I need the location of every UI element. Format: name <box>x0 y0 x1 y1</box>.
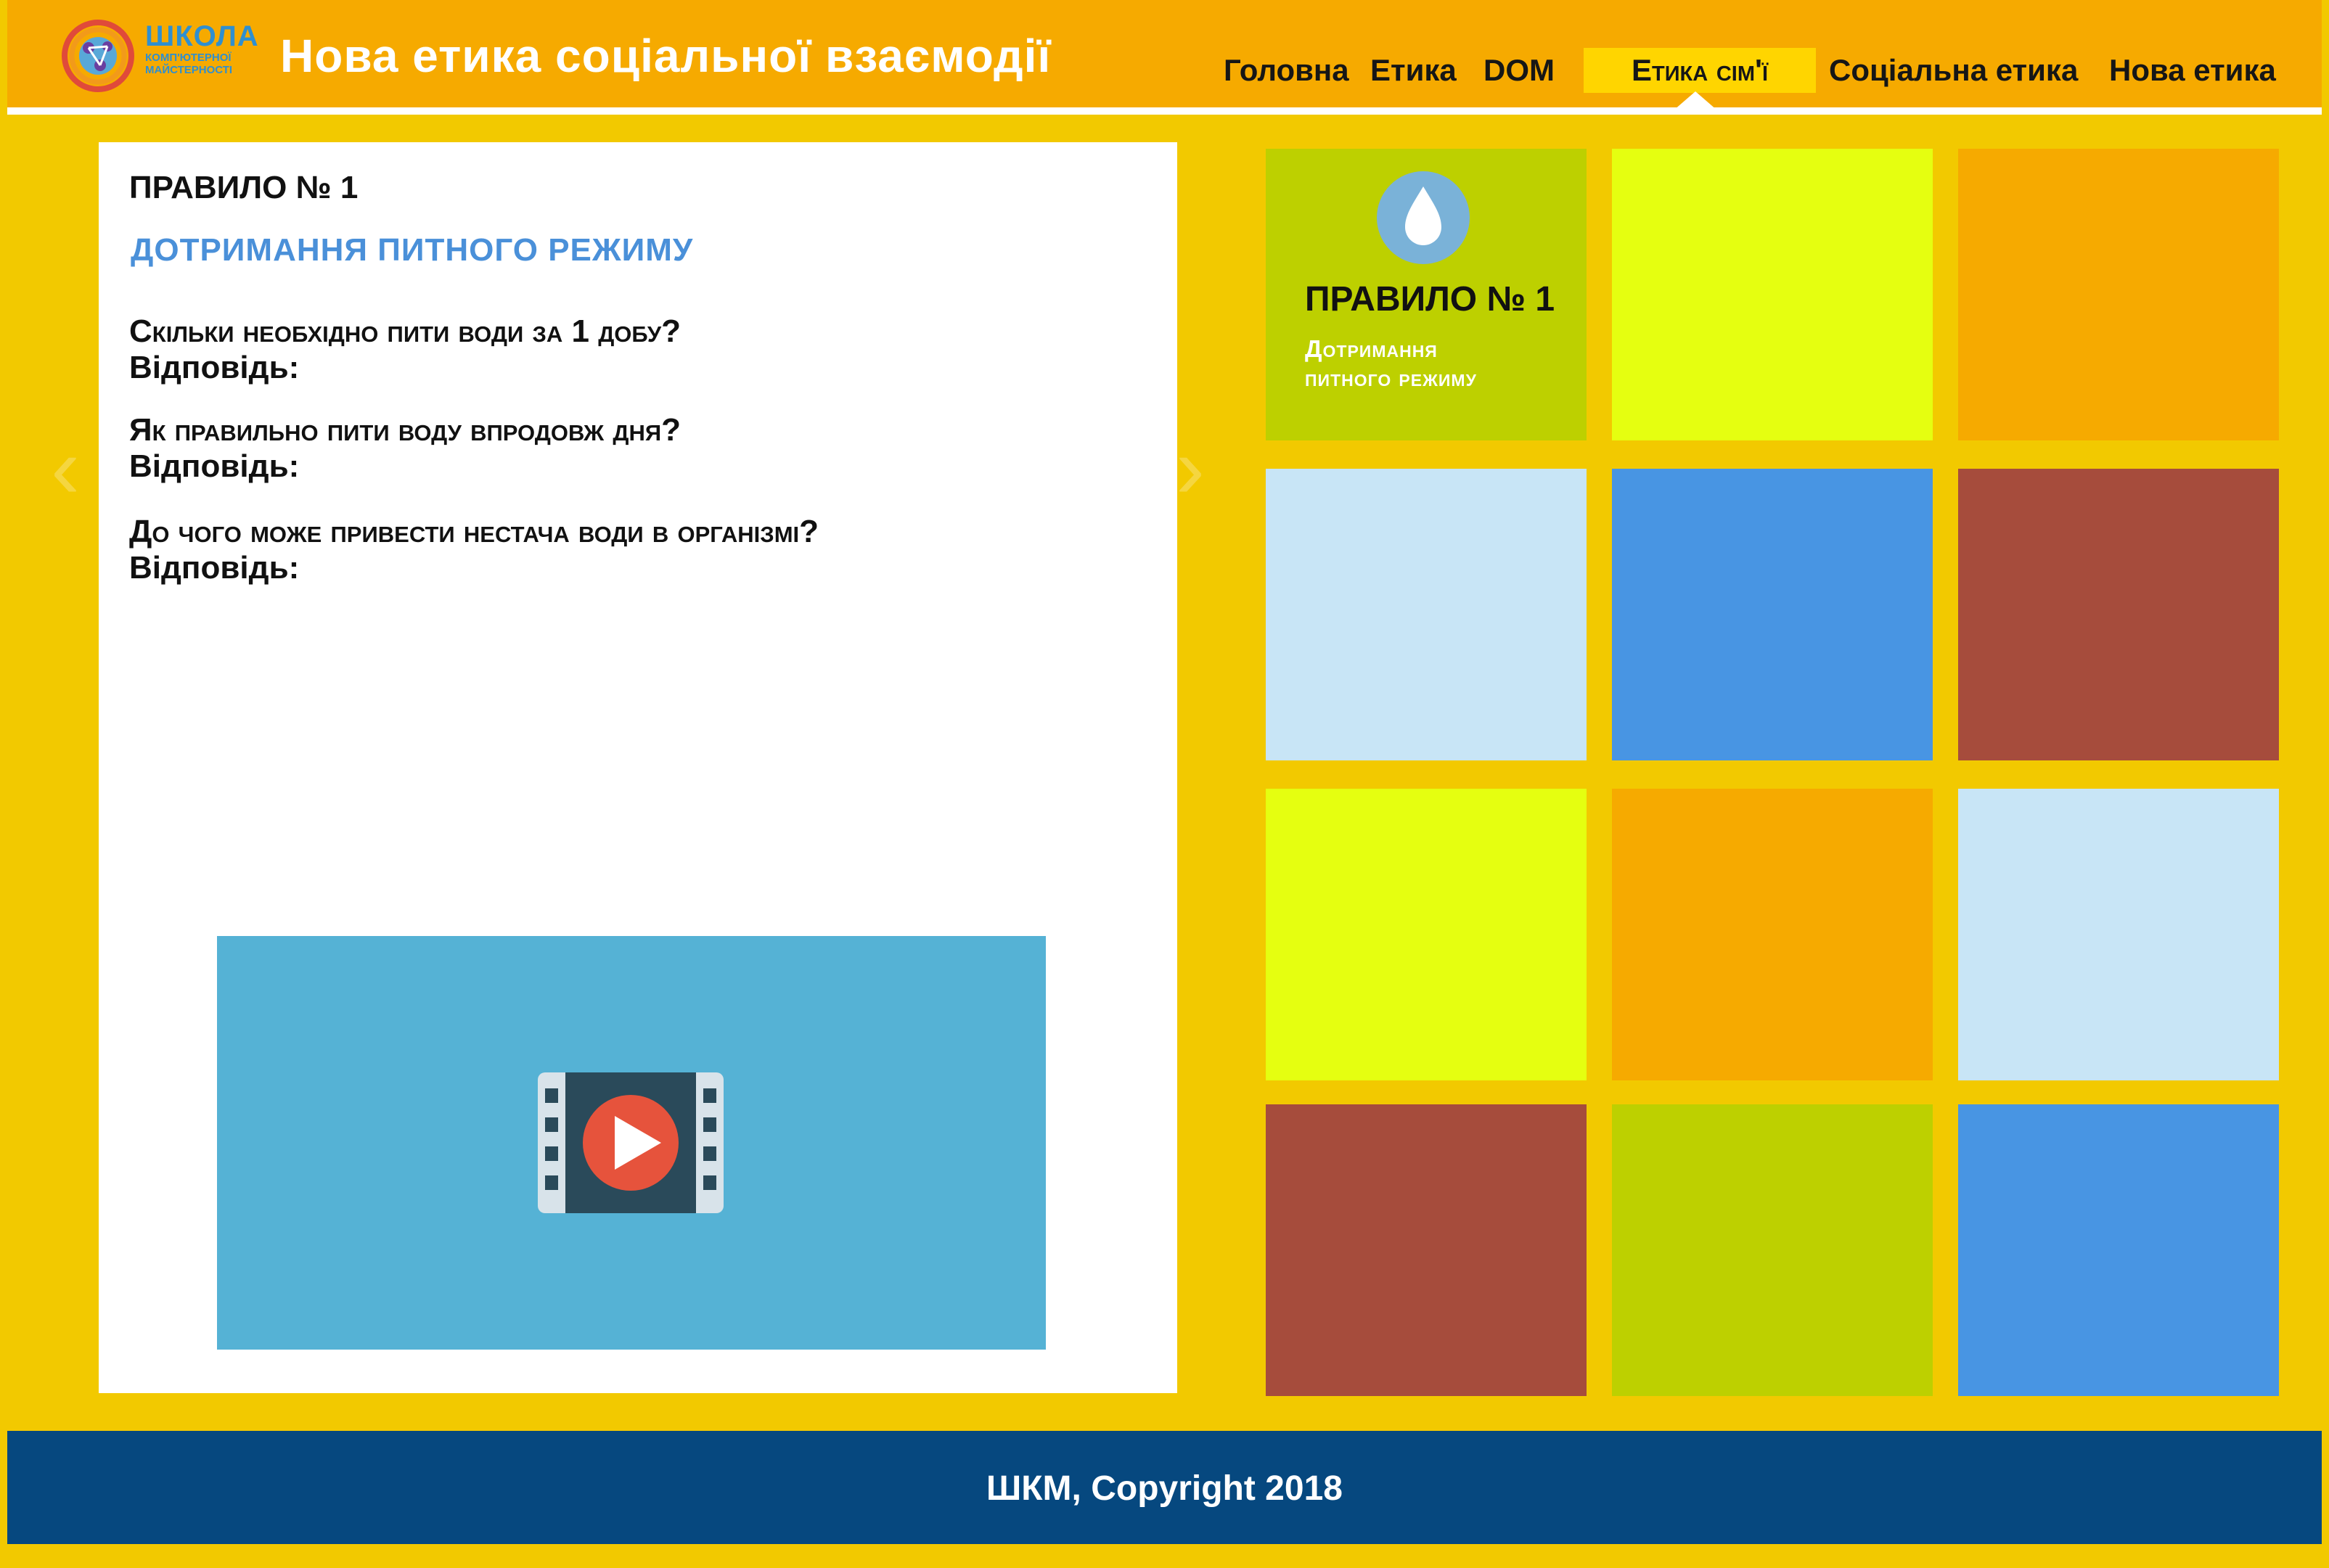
nav-item-family-ethics[interactable]: Етика сім'ї <box>1584 48 1816 93</box>
tile-9[interactable] <box>1958 789 2279 1080</box>
nav-active-pointer <box>1674 91 1717 110</box>
nav-item-social-ethics[interactable]: Соціальна етика <box>1829 48 2078 93</box>
tile-10[interactable] <box>1266 1104 1587 1396</box>
answer-label: Відповідь: <box>129 350 300 385</box>
tile-title: ПРАВИЛО № 1 <box>1305 280 1555 319</box>
tile-4[interactable] <box>1266 469 1587 760</box>
rule-heading: ПРАВИЛО № 1 <box>129 170 359 205</box>
nav-item-new-ethics[interactable]: Нова етика <box>2109 48 2276 93</box>
nav-item-dom[interactable]: DOM <box>1483 48 1555 93</box>
tile-subtitle: Дотримання питного режиму <box>1305 334 1581 393</box>
tile-5[interactable] <box>1612 469 1933 760</box>
tile-7[interactable] <box>1266 789 1587 1080</box>
tile-subtitle-line-2: питного режиму <box>1305 364 1477 391</box>
video-player[interactable] <box>217 936 1046 1350</box>
question-text: Скільки необхідно пити води за 1 добу? <box>129 313 681 349</box>
qa-item: Як правильно пити воду впродовж дня? Від… <box>129 412 1145 485</box>
tile-2[interactable] <box>1612 149 1933 440</box>
footer-bar: ШКМ, Copyright 2018 <box>7 1431 2322 1544</box>
water-drop-icon <box>1377 171 1470 264</box>
molecule-logo-icon <box>62 20 134 92</box>
rule-panel: ПРАВИЛО № 1 ДОТРИМАННЯ ПИТНОГО РЕЖИМУ Ск… <box>99 142 1177 1393</box>
qa-item: До чого може привести нестача води в орг… <box>129 514 1145 586</box>
logo-line-1: ШКОЛА <box>145 20 259 52</box>
site-title: Нова етика соціальної взаємодії <box>280 30 1052 82</box>
copyright-text: ШКМ, Copyright 2018 <box>986 1469 1343 1508</box>
header-divider <box>7 107 2322 115</box>
tile-8[interactable] <box>1612 789 1933 1080</box>
tile-6[interactable] <box>1958 469 2279 760</box>
answer-label: Відповідь: <box>129 448 300 484</box>
question-text: Як правильно пити воду впродовж дня? <box>129 412 681 448</box>
tile-11[interactable] <box>1612 1104 1933 1396</box>
logo-text: ШКОЛА КОМП'ЮТЕРНОЇ МАЙСТЕРНОСТІ <box>145 22 261 75</box>
tile-rule-1[interactable]: ПРАВИЛО № 1 Дотримання питного режиму <box>1266 149 1587 440</box>
rule-subheading: ДОТРИМАННЯ ПИТНОГО РЕЖИМУ <box>131 232 694 268</box>
tile-3[interactable] <box>1958 149 2279 440</box>
tile-12[interactable] <box>1958 1104 2279 1396</box>
answer-label: Відповідь: <box>129 550 300 586</box>
next-arrow-icon[interactable]: › <box>1176 421 1205 515</box>
logo-line-2: КОМП'ЮТЕРНОЇ <box>145 52 232 64</box>
tile-subtitle-line-1: Дотримання <box>1305 335 1438 362</box>
question-text: До чого може привести нестача води в орг… <box>129 514 819 549</box>
logo-line-3: МАЙСТЕРНОСТІ <box>145 64 233 76</box>
film-play-icon[interactable] <box>538 1072 724 1213</box>
qa-item: Скільки необхідно пити води за 1 добу? В… <box>129 313 1145 386</box>
prev-arrow-icon[interactable]: ‹ <box>51 421 80 515</box>
nav-item-ethics[interactable]: Етика <box>1370 48 1457 93</box>
nav-item-home[interactable]: Головна <box>1224 48 1349 93</box>
